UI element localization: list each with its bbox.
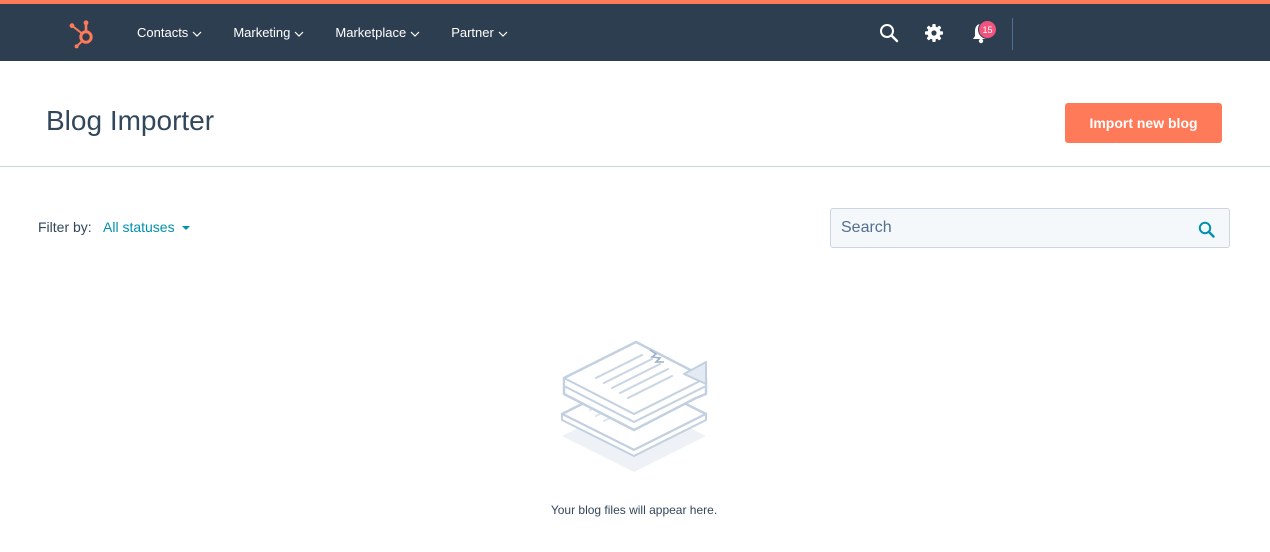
gear-icon: [925, 23, 943, 42]
status-filter-value: All statuses: [103, 219, 175, 235]
nav-item-contacts[interactable]: Contacts: [137, 25, 202, 40]
import-new-blog-button[interactable]: Import new blog: [1065, 103, 1222, 143]
search-icon[interactable]: [1198, 221, 1215, 238]
notification-count-badge: 15: [978, 20, 997, 39]
search-icon: [880, 23, 899, 42]
chevron-down-icon: [410, 31, 420, 37]
page-title: Blog Importer: [46, 105, 215, 136]
settings-button[interactable]: [921, 4, 947, 61]
nav-divider: [1012, 18, 1013, 50]
chevron-down-icon: [192, 31, 202, 37]
page-header: Blog Importer Import new blog: [0, 61, 1270, 167]
nav-item-label: Marketing: [233, 25, 291, 40]
status-filter-dropdown[interactable]: All statuses: [103, 219, 190, 235]
empty-documents-illustration: [560, 340, 708, 472]
search-input[interactable]: [831, 209, 1191, 247]
search-field: [830, 208, 1230, 248]
nav-item-label: Marketplace: [335, 25, 407, 40]
nav-item-label: Partner: [451, 25, 494, 40]
nav-item-partner[interactable]: Partner: [451, 25, 508, 40]
top-navigation-bar: Contacts Marketing Marketplace Partner 1…: [0, 0, 1270, 61]
caret-down-icon: [181, 226, 190, 230]
hubspot-logo-icon[interactable]: [68, 17, 98, 49]
chevron-down-icon: [294, 31, 304, 37]
filter-label: Filter by:: [38, 219, 92, 235]
nav-search-button[interactable]: [876, 4, 902, 61]
chevron-down-icon: [498, 31, 508, 37]
main-nav: Contacts Marketing Marketplace Partner: [137, 4, 539, 61]
nav-item-label: Contacts: [137, 25, 189, 40]
empty-state-message: Your blog files will appear here.: [550, 503, 718, 517]
nav-item-marketplace[interactable]: Marketplace: [335, 25, 420, 40]
nav-item-marketing[interactable]: Marketing: [233, 25, 304, 40]
